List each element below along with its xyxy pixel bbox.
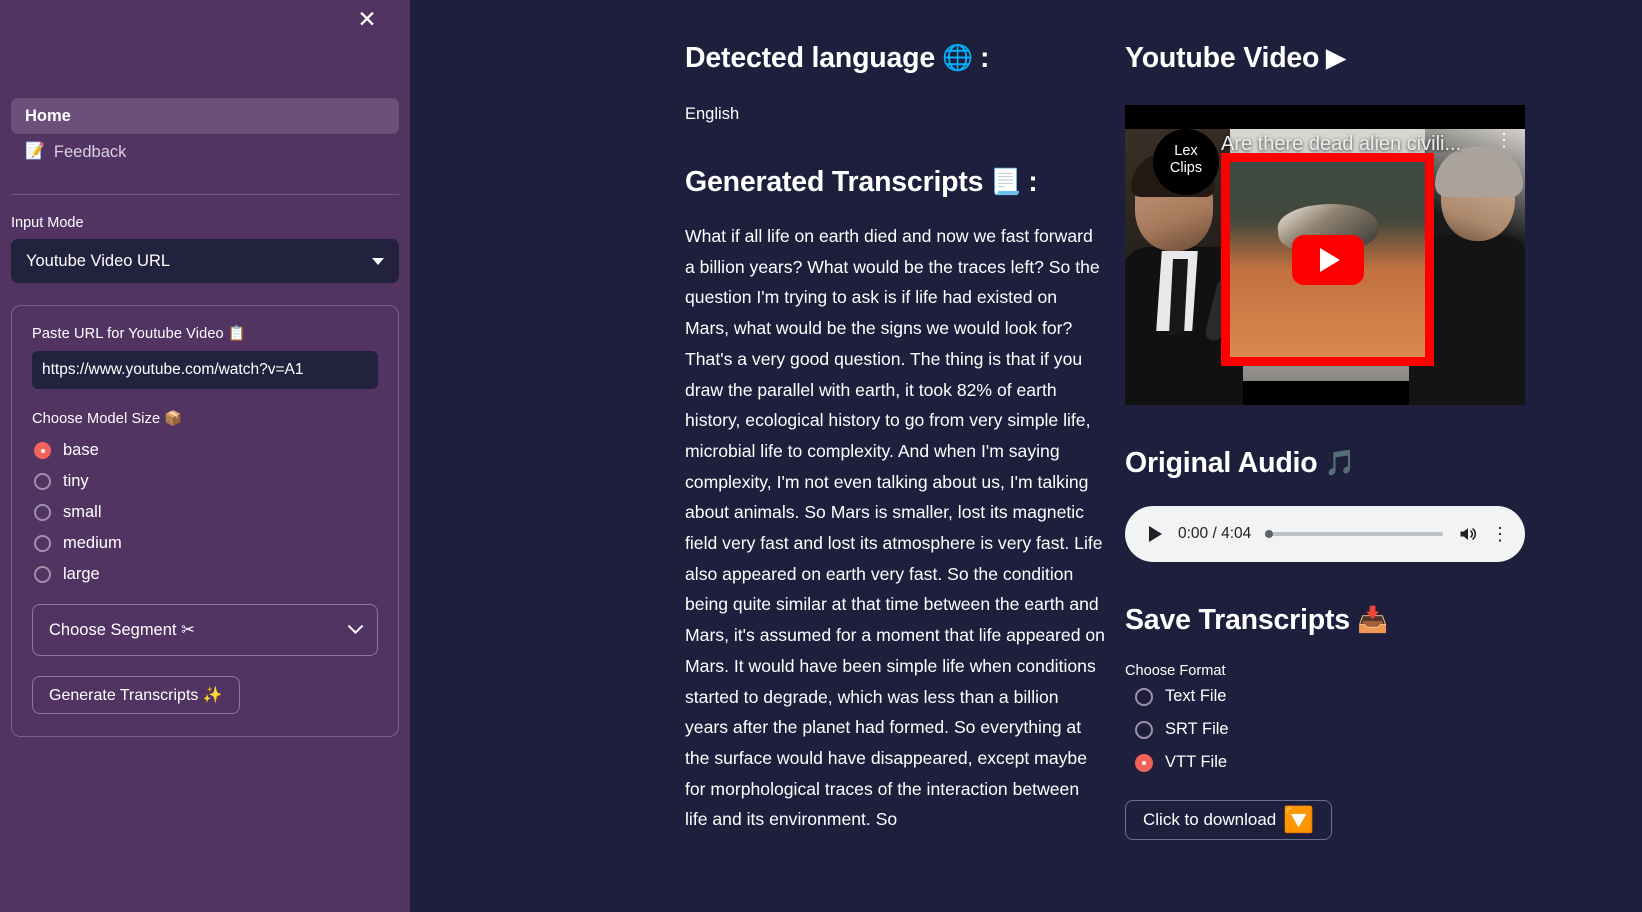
globe-icon: 🌐 [942, 44, 973, 72]
heading-colon: : [1028, 166, 1038, 198]
url-field-label: Paste URL for Youtube Video 📋 [32, 326, 247, 342]
app-root: ✕ Home 📝 Feedback Input Mode Youtube Vid… [0, 0, 1642, 912]
url-input[interactable] [32, 351, 378, 389]
generated-transcripts-heading-text: Generated Transcripts [685, 166, 984, 198]
download-button[interactable]: Click to download 🔽 [1125, 800, 1333, 840]
video-more-options-icon[interactable]: ⋮ [1495, 131, 1513, 149]
play-triangle-icon: ▶ [1326, 44, 1346, 72]
download-arrow-icon: 🔽 [1283, 805, 1315, 834]
chevron-down-icon [372, 257, 384, 265]
right-column: Youtube Video ▶ Lex Clips Are there dead… [1125, 0, 1545, 840]
radio-icon [1135, 753, 1153, 772]
model-option-medium-label: medium [63, 534, 122, 552]
input-mode-select[interactable]: Youtube Video URL [11, 239, 399, 283]
model-option-base[interactable]: base [32, 435, 378, 466]
detected-language-heading-text: Detected language [685, 42, 935, 74]
youtube-video-heading: Youtube Video ▶ [1125, 42, 1545, 75]
model-option-tiny-label: tiny [63, 472, 89, 490]
radio-icon [34, 473, 51, 490]
model-option-large[interactable]: large [32, 559, 378, 590]
sidebar-nav: Home 📝 Feedback [11, 0, 399, 170]
sidebar-item-home-label: Home [25, 106, 71, 125]
format-option-text-file-label: Text File [1165, 687, 1227, 705]
youtube-play-button[interactable] [1291, 234, 1364, 285]
audio-more-options-icon[interactable]: ⋮ [1491, 525, 1509, 543]
save-transcripts-heading: Save Transcripts 📥 [1125, 604, 1545, 637]
inbox-tray-icon: 📥 [1356, 606, 1388, 634]
choose-segment-select[interactable]: Choose Segment ✂ [32, 604, 378, 656]
detected-language-heading: Detected language 🌐 : [685, 42, 1105, 75]
radio-icon [34, 566, 51, 583]
audio-time-display: 0:00 / 4:04 [1178, 525, 1252, 542]
channel-badge: Lex Clips [1153, 129, 1219, 195]
input-mode-value: Youtube Video URL [26, 251, 171, 270]
radio-icon [1135, 720, 1153, 739]
original-audio-heading-text: Original Audio [1125, 447, 1318, 479]
save-transcripts-heading-text: Save Transcripts [1125, 604, 1350, 636]
generated-transcripts-heading: Generated Transcripts 📃 : [685, 166, 1105, 199]
detected-language-value: English [685, 105, 740, 123]
video-inset-thumbnail [1221, 153, 1434, 366]
heading-colon: : [979, 42, 990, 74]
video-guest-right [1409, 129, 1525, 405]
sidebar-item-feedback-label: Feedback [53, 142, 127, 161]
youtube-video-heading-text: Youtube Video [1125, 42, 1320, 74]
radio-icon [34, 442, 51, 459]
music-note-icon: 🎵 [1324, 449, 1356, 477]
audio-player[interactable]: 0:00 / 4:04 ⋮ [1125, 506, 1525, 562]
download-button-label: Click to download [1143, 810, 1277, 829]
choose-segment-label: Choose Segment ✂ [49, 621, 195, 639]
main-content: Detected language 🌐 : English Generated … [410, 0, 1642, 912]
volume-icon[interactable] [1457, 524, 1479, 544]
format-option-text-file[interactable]: Text File [1125, 681, 1545, 712]
youtube-video-player[interactable]: Lex Clips Are there dead alien civili...… [1125, 105, 1525, 405]
sidebar: ✕ Home 📝 Feedback Input Mode Youtube Vid… [0, 0, 410, 912]
sidebar-item-home[interactable]: Home [11, 98, 399, 134]
model-option-large-label: large [63, 565, 100, 583]
input-mode-label: Input Mode [11, 215, 84, 231]
transcript-text: What if all life on earth died and now w… [685, 226, 1105, 830]
generate-transcripts-button[interactable]: Generate Transcripts ✨ [32, 676, 240, 714]
video-title[interactable]: Are there dead alien civili... [1221, 133, 1491, 156]
document-icon: 📃 [990, 168, 1022, 196]
audio-progress-slider[interactable] [1265, 530, 1443, 538]
radio-icon [34, 504, 51, 521]
memo-icon: 📝 [25, 143, 45, 160]
radio-icon [34, 535, 51, 552]
original-audio-heading: Original Audio 🎵 [1125, 447, 1545, 480]
channel-name-line1: Lex [1174, 143, 1198, 159]
chevron-down-icon [347, 617, 364, 634]
model-option-medium[interactable]: medium [32, 528, 378, 559]
format-option-vtt-file[interactable]: VTT File [1125, 747, 1545, 778]
model-option-small-label: small [63, 503, 102, 521]
model-option-base-label: base [63, 441, 99, 459]
format-option-srt-file[interactable]: SRT File [1125, 714, 1545, 745]
format-option-srt-file-label: SRT File [1165, 720, 1229, 738]
channel-name-line2: Clips [1169, 160, 1203, 176]
model-size-label: Choose Model Size 📦 [32, 411, 183, 427]
sidebar-item-feedback[interactable]: 📝 Feedback [11, 134, 399, 170]
radio-icon [1135, 687, 1153, 706]
input-panel: Paste URL for Youtube Video 📋 Choose Mod… [11, 305, 399, 737]
model-option-tiny[interactable]: tiny [32, 466, 378, 497]
close-icon[interactable]: ✕ [354, 6, 380, 32]
format-option-vtt-file-label: VTT File [1165, 753, 1228, 771]
audio-play-icon[interactable] [1149, 526, 1162, 542]
model-option-small[interactable]: small [32, 497, 378, 528]
choose-format-label: Choose Format [1125, 663, 1226, 679]
transcript-column: Detected language 🌐 : English Generated … [685, 0, 1105, 835]
